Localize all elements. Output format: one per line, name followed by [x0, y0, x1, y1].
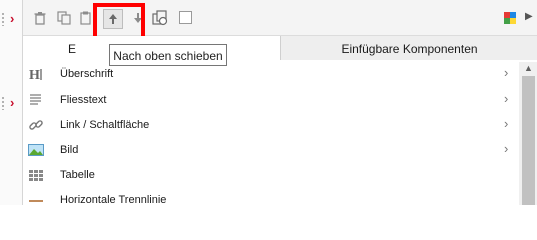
link-icon	[28, 117, 44, 133]
select-checkbox[interactable]	[179, 11, 192, 24]
table-icon	[28, 167, 44, 183]
divider-icon	[28, 192, 44, 208]
component-list: H Überschrift › Fliesstext › Link / Scha…	[23, 62, 519, 206]
submenu-chevron-icon: ›	[504, 65, 509, 80]
list-item-label: Horizontale Trennlinie	[60, 194, 167, 206]
trash-icon[interactable]	[31, 9, 49, 27]
components-popup: ▶ E Einfügbare Komponenten Nach oben sch…	[22, 0, 537, 206]
list-item-label: Überschrift	[60, 68, 114, 80]
tab-insertable-components[interactable]: Einfügbare Komponenten	[281, 36, 537, 60]
heading-icon: H	[28, 66, 44, 83]
paragraph-icon	[28, 92, 44, 108]
list-item-table[interactable]: Tabelle	[23, 163, 519, 188]
expand-icon[interactable]: ▶	[525, 11, 533, 22]
scrollbar[interactable]: ▲	[519, 62, 537, 205]
expand-chevron-icon[interactable]: ›	[10, 96, 14, 109]
tooltip: Nach oben schieben	[109, 44, 227, 66]
submenu-chevron-icon: ›	[504, 141, 509, 156]
copy-icon[interactable]	[55, 9, 73, 27]
scrollbar-thumb[interactable]	[522, 76, 535, 205]
list-item-link[interactable]: Link / Schaltfläche ›	[23, 113, 519, 138]
list-item-label: Link / Schaltfläche	[60, 119, 150, 131]
list-item-image[interactable]: Bild ›	[23, 138, 519, 163]
submenu-chevron-icon: ›	[504, 116, 509, 131]
left-gutter: › ›	[0, 0, 22, 205]
duplicate-icon[interactable]	[151, 9, 169, 27]
list-item-label: Fliesstext	[60, 94, 107, 106]
list-item-heading[interactable]: H Überschrift ›	[23, 62, 519, 87]
expand-chevron-icon[interactable]: ›	[10, 12, 14, 25]
tab-bar: E Einfügbare Komponenten	[23, 36, 537, 60]
drag-handle-icon[interactable]	[1, 96, 5, 110]
svg-text:H: H	[29, 68, 40, 82]
list-item-label: Tabelle	[60, 169, 95, 181]
submenu-chevron-icon: ›	[504, 91, 509, 106]
scroll-up-icon[interactable]: ▲	[524, 63, 533, 73]
list-item-divider[interactable]: Horizontale Trennlinie	[23, 188, 519, 213]
drag-handle-icon[interactable]	[1, 12, 5, 26]
image-icon	[28, 142, 44, 158]
list-item-label: Bild	[60, 144, 79, 156]
list-item-paragraph[interactable]: Fliesstext ›	[23, 88, 519, 113]
components-icon[interactable]	[504, 12, 516, 24]
